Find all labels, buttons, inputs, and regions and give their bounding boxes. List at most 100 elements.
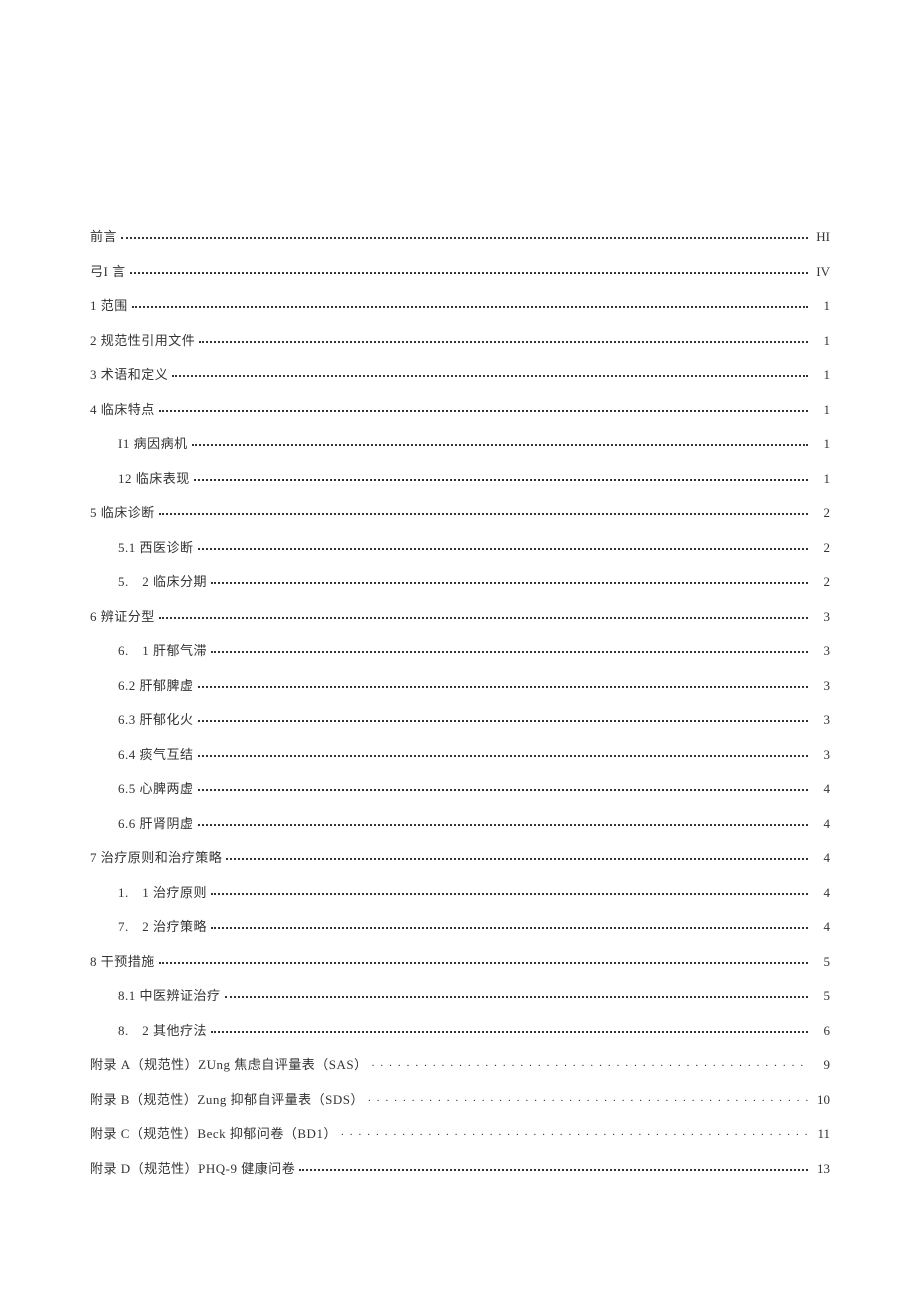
toc-leader-dots bbox=[341, 1125, 808, 1138]
toc-leader-dots bbox=[226, 849, 808, 862]
toc-entry: I1 病因病机 1 bbox=[90, 435, 830, 450]
toc-entry-page: 4 bbox=[812, 851, 830, 864]
toc-leader-dots bbox=[199, 332, 808, 345]
toc-leader-dots bbox=[372, 1056, 808, 1069]
toc-entry: 8.1 中医辨证治疗 5 bbox=[90, 987, 830, 1002]
toc-entry-page: 5 bbox=[812, 989, 830, 1002]
toc-leader-dots bbox=[198, 711, 808, 724]
toc-entry-page: 1 bbox=[812, 368, 830, 381]
toc-leader-dots bbox=[192, 435, 808, 448]
toc-entry: 7 治疗原则和治疗策略 4 bbox=[90, 849, 830, 864]
toc-entry: 4 临床特点1 bbox=[90, 401, 830, 416]
toc-entry-label: 6.2 肝郁脾虚 bbox=[118, 679, 194, 692]
toc-entry-label: 8 干预措施 bbox=[90, 955, 155, 968]
toc-entry: 6.3 肝郁化火 3 bbox=[90, 711, 830, 726]
toc-entry: 8 干预措施 5 bbox=[90, 953, 830, 968]
toc-entry-label: 5 临床诊断 bbox=[90, 506, 155, 519]
toc-entry-label: 1. 1 治疗原则 bbox=[118, 886, 207, 899]
toc-leader-dots bbox=[194, 470, 808, 483]
toc-entry-label: 2 规范性引用文件 bbox=[90, 334, 195, 347]
toc-entry-page: IV bbox=[812, 265, 830, 278]
toc-leader-dots bbox=[159, 401, 808, 414]
toc-entry-page: 2 bbox=[812, 575, 830, 588]
toc-entry: 6.5 心脾两虚 4 bbox=[90, 780, 830, 795]
toc-entry-page: 5 bbox=[812, 955, 830, 968]
toc-entry-label: 6 辨证分型 bbox=[90, 610, 155, 623]
toc-entry: 1. 1 治疗原则4 bbox=[90, 884, 830, 899]
toc-entry: 附录 D（规范性）PHQ-9 健康问卷 13 bbox=[90, 1160, 830, 1175]
toc-leader-dots bbox=[211, 918, 808, 931]
toc-leader-dots bbox=[198, 746, 808, 759]
toc-entry-page: 3 bbox=[812, 644, 830, 657]
toc-entry-page: 10 bbox=[812, 1093, 830, 1106]
toc-entry-page: 3 bbox=[812, 610, 830, 623]
toc-entry-page: 13 bbox=[812, 1162, 830, 1175]
toc-entry: 6.6 肝肾阴虚 4 bbox=[90, 815, 830, 830]
toc-leader-dots bbox=[368, 1091, 808, 1104]
toc-entry-page: 11 bbox=[812, 1127, 830, 1140]
toc-entry-label: 8.1 中医辨证治疗 bbox=[118, 989, 221, 1002]
toc-entry-label: 7. 2 治疗策略 bbox=[118, 920, 207, 933]
toc-leader-dots bbox=[198, 815, 808, 828]
toc-entry: 12 临床表现1 bbox=[90, 470, 830, 485]
toc-entry: 附录 C（规范性）Beck 抑郁问卷（BD1） 11 bbox=[90, 1125, 830, 1140]
toc-entry-label: 1 范围 bbox=[90, 299, 128, 312]
toc-entry-page: 9 bbox=[812, 1058, 830, 1071]
toc-entry: 6 辨证分型 3 bbox=[90, 608, 830, 623]
toc-entry: 8. 2 其他疗法 6 bbox=[90, 1022, 830, 1037]
toc-entry-page: 2 bbox=[812, 506, 830, 519]
toc-leader-dots bbox=[198, 539, 808, 552]
toc-entry: 前言 HI bbox=[90, 228, 830, 243]
toc-leader-dots bbox=[211, 573, 808, 586]
toc-entry-page: 1 bbox=[812, 437, 830, 450]
toc-entry: 6.2 肝郁脾虚3 bbox=[90, 677, 830, 692]
toc-entry-page: 4 bbox=[812, 817, 830, 830]
toc-entry-page: 6 bbox=[812, 1024, 830, 1037]
toc-entry: 2 规范性引用文件 1 bbox=[90, 332, 830, 347]
toc-entry-label: 5. 2 临床分期 bbox=[118, 575, 207, 588]
toc-entry-label: 附录 C（规范性）Beck 抑郁问卷（BD1） bbox=[90, 1127, 337, 1140]
toc-leader-dots bbox=[198, 780, 808, 793]
toc-leader-dots bbox=[225, 987, 808, 1000]
toc-entry-page: 3 bbox=[812, 748, 830, 761]
toc-entry-label: 5.1 西医诊断 bbox=[118, 541, 194, 554]
toc-entry-label: 前言 bbox=[90, 230, 117, 243]
toc-entry: 附录 B（规范性）Zung 抑郁自评量表（SDS） 10 bbox=[90, 1091, 830, 1106]
toc-leader-dots bbox=[130, 263, 808, 276]
toc-entry-page: 1 bbox=[812, 334, 830, 347]
toc-entry: 弓I 言IV bbox=[90, 263, 830, 278]
toc-leader-dots bbox=[211, 1022, 808, 1035]
toc-leader-dots bbox=[121, 228, 808, 241]
toc-entry: 1 范围 1 bbox=[90, 297, 830, 312]
toc-leader-dots bbox=[299, 1160, 808, 1173]
toc-entry-label: 附录 D（规范性）PHQ-9 健康问卷 bbox=[90, 1162, 295, 1175]
toc-entry-label: 8. 2 其他疗法 bbox=[118, 1024, 207, 1037]
toc-leader-dots bbox=[132, 297, 808, 310]
toc-leader-dots bbox=[211, 642, 808, 655]
toc-entry-label: 7 治疗原则和治疗策略 bbox=[90, 851, 222, 864]
toc-entry: 6. 1 肝郁气滞 3 bbox=[90, 642, 830, 657]
toc-entry: 3 术语和定义1 bbox=[90, 366, 830, 381]
toc-entry-page: 1 bbox=[812, 299, 830, 312]
toc-leader-dots bbox=[159, 504, 808, 517]
toc-entry-label: 6.5 心脾两虚 bbox=[118, 782, 194, 795]
toc-entry-label: I1 病因病机 bbox=[118, 437, 188, 450]
toc-entry: 5.1 西医诊断 2 bbox=[90, 539, 830, 554]
toc-entry-page: 4 bbox=[812, 782, 830, 795]
toc-entry-label: 12 临床表现 bbox=[118, 472, 190, 485]
toc-entry: 6.4 痰气互结 3 bbox=[90, 746, 830, 761]
toc-entry-label: 6.3 肝郁化火 bbox=[118, 713, 194, 726]
toc-entry-label: 6. 1 肝郁气滞 bbox=[118, 644, 207, 657]
toc-entry-label: 附录 B（规范性）Zung 抑郁自评量表（SDS） bbox=[90, 1093, 364, 1106]
toc-entry-page: HI bbox=[812, 230, 830, 243]
toc-entry-label: 6.6 肝肾阴虚 bbox=[118, 817, 194, 830]
toc-leader-dots bbox=[159, 608, 808, 621]
toc-entry-label: 附录 A（规范性）ZUng 焦虑自评量表（SAS） bbox=[90, 1058, 368, 1071]
toc-leader-dots bbox=[198, 677, 808, 690]
toc-leader-dots bbox=[172, 366, 808, 379]
toc-entry-label: 6.4 痰气互结 bbox=[118, 748, 194, 761]
toc-leader-dots bbox=[211, 884, 808, 897]
toc-entry-page: 2 bbox=[812, 541, 830, 554]
toc-entry-page: 3 bbox=[812, 713, 830, 726]
toc-entry-label: 4 临床特点 bbox=[90, 403, 155, 416]
